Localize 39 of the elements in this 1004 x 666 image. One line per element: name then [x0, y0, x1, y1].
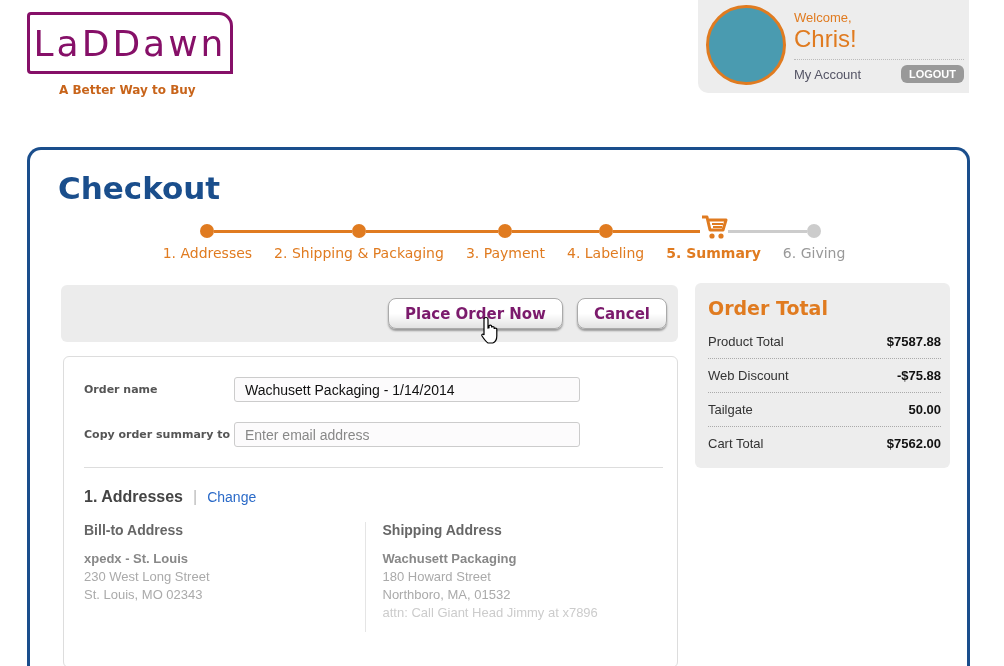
place-order-button[interactable]: Place Order Now [388, 298, 563, 329]
step-label[interactable]: 2. Shipping & Packaging [263, 242, 455, 261]
my-account-link[interactable]: My Account [794, 66, 862, 82]
total-label: Web Discount [708, 368, 789, 383]
total-value: 50.00 [908, 402, 941, 417]
change-link[interactable]: Change [207, 489, 257, 505]
address-line: 180 Howard Street [382, 568, 492, 586]
address-line: Wachusett Packaging [382, 550, 518, 568]
step-label[interactable]: 3. Payment [454, 242, 556, 261]
logo: LaDDawn [27, 12, 233, 74]
separator-text: | [193, 488, 198, 506]
address-line: xpedx - St. Louis [84, 550, 189, 568]
welcome-text: Welcome, [794, 10, 853, 25]
page-title: Checkout [58, 170, 222, 206]
step-label[interactable]: 1. Addresses [151, 242, 264, 261]
cancel-button[interactable]: Cancel [577, 298, 667, 329]
total-value: -$75.88 [896, 368, 941, 383]
field-label: Order name [84, 383, 159, 396]
logout-button[interactable]: LOGOUT [900, 65, 964, 83]
address-title: Bill-to Address [84, 522, 185, 538]
user-name: Chris! [794, 25, 858, 53]
order-name-field[interactable]: Wachusett Packaging - 1/14/2014 [234, 377, 580, 402]
address-title: Shipping Address [382, 522, 503, 538]
email-field[interactable]: Enter email address [234, 422, 580, 447]
section-heading: 1. Addresses [84, 488, 183, 506]
order-total-title: Order Total [708, 297, 829, 319]
step-label[interactable]: 5. Summary [655, 242, 772, 261]
step-label[interactable]: 6. Giving [771, 242, 857, 261]
address-line: 230 West Long Street [84, 568, 211, 586]
total-value: $7562.00 [886, 436, 941, 451]
tagline: A Better Way to Buy [59, 83, 197, 97]
total-value: $7587.88 [886, 334, 941, 349]
total-label: Cart Total [708, 436, 764, 451]
address-line: Northboro, MA, 01532 [382, 586, 512, 604]
total-label: Tailgate [708, 402, 753, 417]
address-line: St. Louis, MO 02343 [84, 586, 204, 604]
field-label: Copy order summary to [84, 428, 232, 441]
step-label[interactable]: 4. Labeling [556, 242, 656, 261]
total-label: Product Total [708, 334, 784, 349]
